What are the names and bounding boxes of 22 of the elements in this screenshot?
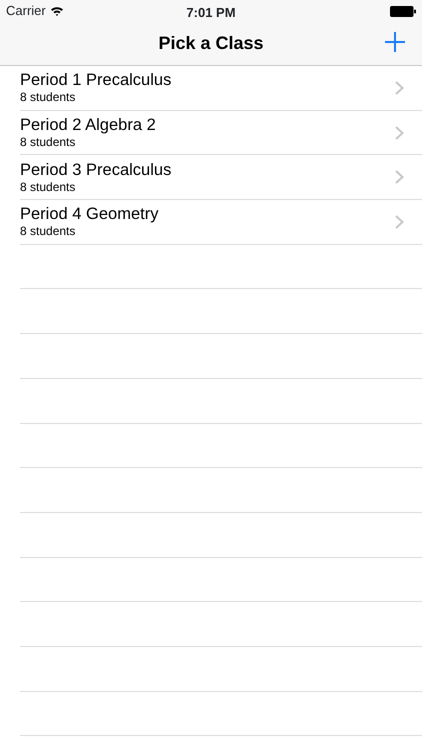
add-button[interactable] bbox=[384, 31, 406, 53]
student-count: 8 students bbox=[20, 224, 76, 238]
class-name: Period 2 Algebra 2 bbox=[20, 116, 156, 136]
class-row[interactable]: Period 4 Geometry 8 students bbox=[20, 200, 422, 245]
class-name: Period 1 Precalculus bbox=[20, 71, 172, 90]
carrier-text: Carrier bbox=[6, 2, 46, 20]
clock-time: 7:01 PM bbox=[186, 5, 236, 20]
student-count: 8 students bbox=[20, 135, 76, 150]
chevron-icon bbox=[395, 170, 404, 184]
student-count: 8 students bbox=[20, 180, 76, 194]
chevron-icon bbox=[395, 214, 404, 229]
chevron-icon bbox=[395, 126, 404, 140]
class-row[interactable]: Period 1 Precalculus 8 students bbox=[20, 66, 422, 111]
class-name: Period 4 Geometry bbox=[20, 205, 158, 224]
class-row[interactable]: Period 3 Precalculus 8 students bbox=[20, 155, 422, 200]
student-count: 8 students bbox=[20, 90, 76, 104]
nav-title: Pick a Class bbox=[158, 32, 264, 55]
class-row[interactable]: Period 2 Algebra 2 8 students bbox=[20, 110, 422, 156]
wifi-icon bbox=[50, 6, 64, 16]
battery-icon bbox=[390, 6, 416, 16]
chevron-icon bbox=[395, 80, 404, 95]
class-name: Period 3 Precalculus bbox=[20, 160, 172, 180]
